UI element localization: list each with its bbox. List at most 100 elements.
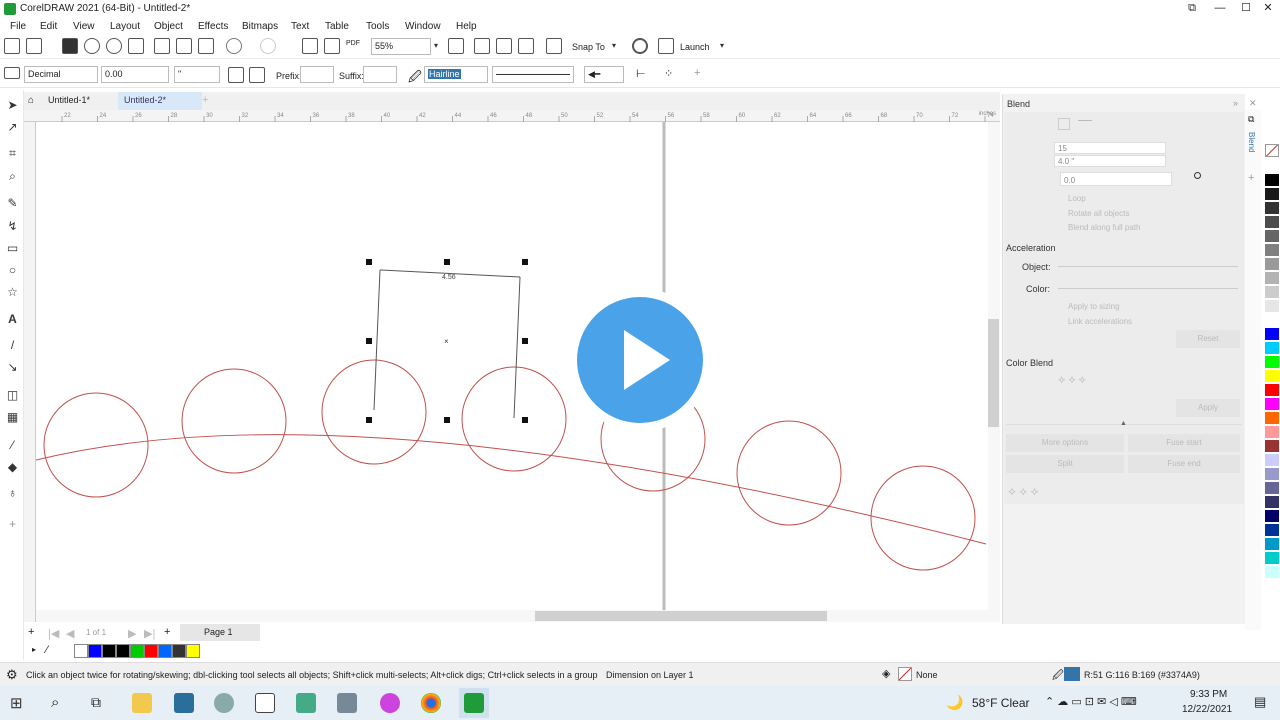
search-icon[interactable]: ⌕: [51, 694, 59, 711]
rectangle-tool-icon[interactable]: ▭: [5, 241, 20, 256]
no-color-swatch[interactable]: [1265, 144, 1279, 157]
palette-swatch[interactable]: [1265, 510, 1279, 523]
menu-table[interactable]: Table: [325, 21, 349, 32]
drop-shadow-tool-icon[interactable]: ◫: [5, 388, 20, 403]
outline-pen-icon[interactable]: 🖉: [408, 68, 422, 90]
eyedropper-tool-icon[interactable]: ⁄: [5, 438, 20, 453]
menu-file[interactable]: File: [10, 21, 26, 32]
blend-circle[interactable]: [321, 359, 427, 465]
grid-icon[interactable]: [496, 38, 512, 54]
document-palette-swatch[interactable]: [88, 644, 102, 658]
docker-close-icon[interactable]: ✕: [1249, 98, 1257, 109]
zoom-level-input[interactable]: 55%: [371, 38, 431, 55]
zoom-tool-icon[interactable]: ⌕: [5, 169, 20, 184]
launch-dropdown[interactable]: Launch: [680, 42, 710, 52]
palette-swatch[interactable]: [1265, 468, 1279, 481]
palette-swatch[interactable]: [1265, 524, 1279, 537]
palette-swatch[interactable]: [1265, 300, 1279, 313]
tab-blend[interactable]: Blend: [1247, 132, 1256, 152]
restore-icon[interactable]: ⧉: [1180, 0, 1204, 18]
palette-swatch[interactable]: [1265, 440, 1279, 453]
copy-icon[interactable]: [176, 38, 192, 54]
ellipse-tool-icon[interactable]: ○: [5, 263, 20, 278]
import-icon[interactable]: [302, 38, 318, 54]
document-palette-swatch[interactable]: [102, 644, 116, 658]
eyedropper-icon[interactable]: ⁄: [46, 644, 48, 656]
vertical-ruler[interactable]: [24, 122, 36, 622]
clock-date[interactable]: 12/22/2021: [1182, 704, 1232, 715]
apply-sizing-checkbox[interactable]: Apply to sizing: [1068, 302, 1120, 311]
palette-swatch[interactable]: [1265, 202, 1279, 215]
palette-swatch[interactable]: [1265, 370, 1279, 383]
snap-icon[interactable]: [546, 38, 562, 54]
app-icon-3[interactable]: [337, 693, 357, 713]
palette-swatch[interactable]: [1265, 286, 1279, 299]
transparency-tool-icon[interactable]: ▦: [5, 410, 20, 425]
prev-page-icon[interactable]: ◀: [66, 627, 74, 640]
menu-edit[interactable]: Edit: [40, 21, 57, 32]
menu-bitmaps[interactable]: Bitmaps: [242, 21, 278, 32]
snap-to-dropdown[interactable]: Snap To: [572, 42, 605, 52]
app-icon-2[interactable]: [296, 693, 316, 713]
document-palette-swatch[interactable]: [186, 644, 200, 658]
vertical-scroll-thumb[interactable]: [988, 319, 999, 427]
photo-paint-icon[interactable]: [255, 693, 275, 713]
units-select[interactable]: ": [174, 66, 220, 83]
save-icon[interactable]: [62, 38, 78, 54]
publish-pdf-icon[interactable]: PDF: [346, 40, 360, 47]
smart-fill-icon[interactable]: ♁: [5, 486, 20, 501]
palette-swatch[interactable]: [1265, 216, 1279, 229]
last-page-icon[interactable]: ▶|: [144, 627, 155, 640]
weather-text[interactable]: 58°F Clear: [972, 696, 1030, 710]
palette-swatch[interactable]: [1265, 272, 1279, 285]
units-style-select[interactable]: Decimal: [24, 66, 98, 83]
menu-object[interactable]: Object: [154, 21, 183, 32]
palette-swatch[interactable]: [1265, 552, 1279, 565]
zoom-dropdown[interactable]: ▾: [430, 38, 442, 55]
palette-swatch[interactable]: [1265, 398, 1279, 411]
precision-select[interactable]: 0.00: [101, 66, 169, 83]
loop-checkbox[interactable]: Loop: [1068, 194, 1086, 203]
chrome-icon[interactable]: [421, 693, 441, 713]
object-acceleration-slider[interactable]: [1058, 266, 1238, 267]
fill-none-swatch[interactable]: [898, 667, 912, 681]
task-view-icon[interactable]: ⧉: [91, 694, 101, 711]
new-document-icon[interactable]: [4, 38, 20, 54]
path-options-icons[interactable]: ⟡ ⟡ ⟡: [1008, 484, 1038, 499]
split-button[interactable]: Split: [1006, 455, 1124, 473]
menu-tools[interactable]: Tools: [366, 21, 389, 32]
add-icon[interactable]: +: [694, 67, 710, 83]
tab-untitled-2[interactable]: Untitled-2*: [118, 92, 202, 110]
palette-swatch[interactable]: [1265, 188, 1279, 201]
paste-icon[interactable]: [198, 38, 214, 54]
palette-swatch[interactable]: [1265, 328, 1279, 341]
palette-swatch[interactable]: [1265, 426, 1279, 439]
extension-lines-icon[interactable]: ⁘: [664, 67, 680, 83]
blend-spacing-icon[interactable]: [1078, 120, 1092, 121]
export-icon[interactable]: [324, 38, 340, 54]
status-gear-icon[interactable]: ⚙: [6, 667, 18, 683]
blend-full-path-checkbox[interactable]: Blend along full path: [1068, 223, 1141, 232]
arrowhead-select[interactable]: ◀━: [584, 66, 624, 83]
palette-swatch[interactable]: [1265, 454, 1279, 467]
coreldraw-taskbar-icon[interactable]: [174, 693, 194, 713]
document-palette-swatch[interactable]: [144, 644, 158, 658]
notifications-icon[interactable]: ▤: [1254, 694, 1266, 710]
app-icon-4[interactable]: [380, 693, 400, 713]
apply-button[interactable]: Apply: [1176, 399, 1240, 417]
next-page-icon[interactable]: ▶: [128, 627, 136, 640]
document-palette-swatch[interactable]: [172, 644, 186, 658]
show-units-icon[interactable]: [228, 67, 244, 83]
leading-zero-icon[interactable]: [249, 67, 265, 83]
palette-swatch[interactable]: [1265, 482, 1279, 495]
palette-swatch[interactable]: [1265, 174, 1279, 187]
app-icon[interactable]: [214, 693, 234, 713]
file-explorer-icon[interactable]: [132, 693, 152, 713]
horizontal-scroll-thumb[interactable]: [535, 611, 827, 621]
palette-expand-icon[interactable]: ▸: [32, 645, 36, 654]
fuse-start-button[interactable]: Fuse start: [1128, 434, 1240, 452]
windows-start-icon[interactable]: ⊞: [10, 694, 23, 712]
add-tool-icon[interactable]: +: [5, 517, 20, 532]
rulers-icon[interactable]: [474, 38, 490, 54]
blend-circle[interactable]: [43, 392, 149, 498]
